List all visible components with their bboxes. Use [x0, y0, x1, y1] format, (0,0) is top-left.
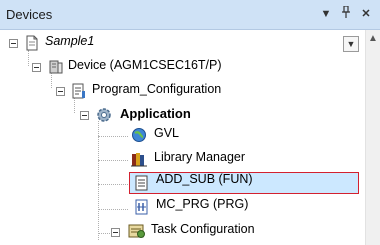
collapse-icon[interactable] [111, 228, 120, 237]
scroll-up-icon[interactable]: ▲ [366, 32, 380, 46]
pin-icon[interactable] [338, 5, 354, 22]
tree-item-add-sub[interactable]: ADD_SUB (FUN) [156, 172, 253, 186]
tree-connector [98, 121, 99, 240]
close-icon[interactable]: ✕ [358, 6, 374, 22]
tree-item-gvl[interactable]: GVL [154, 126, 179, 140]
collapse-icon[interactable] [9, 39, 18, 48]
tree-item-task-configuration[interactable]: Task Configuration [151, 222, 255, 236]
program-configuration-icon [71, 83, 87, 99]
tree-item-mc-prg[interactable]: MC_PRG (PRG) [156, 197, 248, 211]
library-books-icon [131, 151, 147, 167]
collapse-icon[interactable] [56, 87, 65, 96]
tree-item-application[interactable]: Application [120, 106, 191, 121]
task-configuration-icon [128, 223, 145, 239]
tree-item-library-manager[interactable]: Library Manager [154, 150, 245, 164]
program-icon [134, 199, 150, 215]
chevron-down-icon[interactable]: ▼ [318, 6, 334, 22]
panel-title: Devices [6, 7, 53, 22]
tree-item-sample1[interactable]: Sample1 [45, 34, 94, 48]
tree-connector [28, 50, 29, 66]
vertical-scrollbar[interactable]: ▲ [365, 30, 380, 245]
tree-connector [98, 209, 128, 210]
tree-connector [74, 97, 75, 113]
tree-connector [98, 136, 128, 137]
panel-titlebar: Devices ▼ ✕ [0, 0, 380, 30]
collapse-icon[interactable] [32, 63, 41, 72]
project-icon [24, 35, 40, 51]
tree-item-program-configuration[interactable]: Program_Configuration [92, 82, 221, 96]
tree-connector [98, 184, 128, 185]
tree-dropdown-arrow-icon[interactable]: ▼ [343, 36, 359, 52]
application-gear-icon [95, 106, 111, 122]
device-icon [48, 59, 64, 75]
tree-item-device[interactable]: Device (AGM1CSEC16T/P) [68, 58, 222, 72]
collapse-icon[interactable] [80, 111, 89, 120]
tree-connector [98, 233, 110, 234]
tree-connector [98, 160, 128, 161]
function-document-icon [134, 175, 150, 191]
gvl-globe-icon [131, 127, 147, 143]
